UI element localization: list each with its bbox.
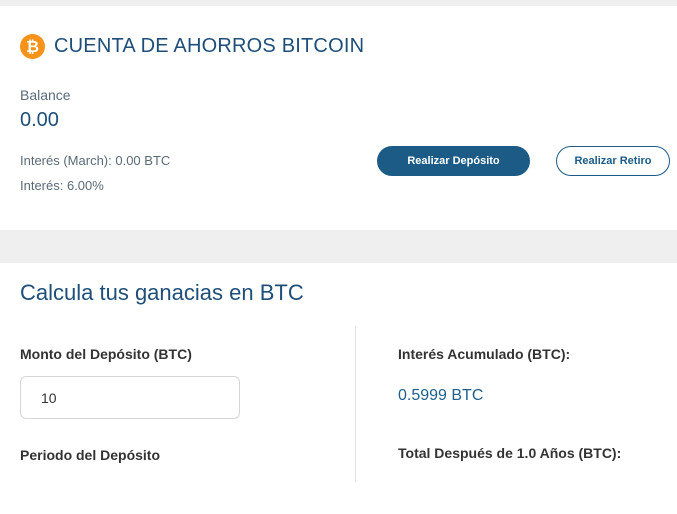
column-divider (355, 326, 356, 482)
accumulated-interest-value: 0.5999 BTC (398, 387, 484, 404)
account-title: CUENTA DE AHORROS BITCOIN (54, 35, 365, 57)
bitcoin-icon: ₿ (20, 34, 45, 59)
deposit-button[interactable]: Realizar Depósito (377, 146, 530, 176)
account-header: ₿ CUENTA DE AHORROS BITCOIN (20, 34, 364, 59)
withdraw-button[interactable]: Realizar Retiro (556, 146, 670, 176)
deposit-amount-label: Monto del Depósito (BTC) (20, 346, 192, 362)
accumulated-interest-label: Interés Acumulado (BTC): (398, 346, 571, 362)
balance-value: 0.00 (20, 109, 59, 131)
total-after-period-label: Total Después de 1.0 Años (BTC): (398, 445, 622, 461)
earnings-calculator-card: Calcula tus ganacias en BTC Monto del De… (0, 263, 677, 514)
bitcoin-savings-card: ₿ CUENTA DE AHORROS BITCOIN Balance 0.00… (0, 6, 677, 230)
balance-label: Balance (20, 87, 71, 103)
deposit-period-label: Periodo del Depósito (20, 447, 161, 463)
deposit-amount-input[interactable] (20, 376, 240, 419)
interest-rate-text: Interés: 6.00% (20, 178, 104, 193)
calculator-title: Calcula tus ganacias en BTC (20, 280, 304, 305)
monthly-interest-text: Interés (March): 0.00 BTC (20, 153, 171, 168)
